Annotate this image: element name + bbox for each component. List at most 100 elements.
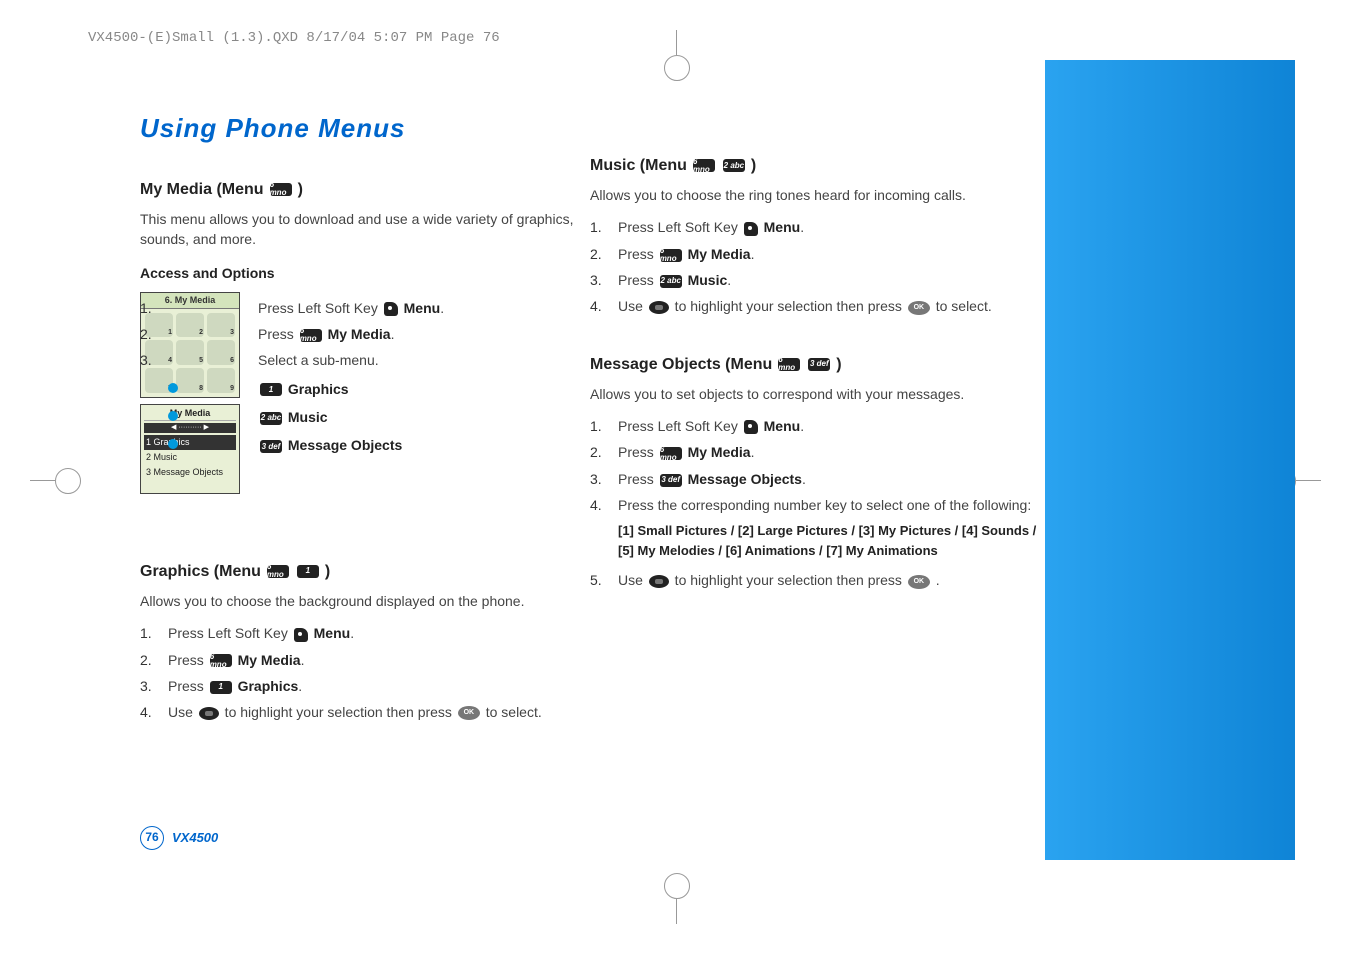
chapter-title: Using Phone Menus — [140, 110, 590, 148]
t: to select. — [482, 704, 542, 720]
key-2-icon: 2 abc — [723, 159, 745, 172]
t: Use — [168, 704, 197, 720]
t: Press — [618, 444, 658, 460]
key-6-icon: 6 mno — [660, 447, 682, 460]
cmd: Message Objects — [688, 471, 802, 487]
step: Press Left Soft Key Menu. — [590, 217, 1040, 237]
heading-close: ) — [751, 154, 756, 177]
heading-text: Graphics (Menu — [140, 560, 261, 583]
nav-key-icon — [649, 575, 669, 588]
step: Press 6 mno My Media. — [590, 244, 1040, 264]
page-number: 76 — [140, 826, 164, 850]
soft-key-icon — [744, 222, 758, 236]
t: Press Left Soft Key — [168, 625, 292, 641]
cmd: My Media — [688, 444, 751, 460]
cmd: My Media — [328, 326, 391, 342]
step: Press the corresponding number key to se… — [590, 495, 1040, 515]
print-header: VX4500-(E)Small (1.3).QXD 8/17/04 5:07 P… — [88, 30, 500, 46]
key-6-icon: 6 mno — [693, 159, 715, 172]
key-3-icon: 3 def — [260, 440, 282, 453]
msgobj-steps: Press Left Soft Key Menu. Press 6 mno My… — [590, 416, 1040, 515]
cmd: My Media — [688, 246, 751, 262]
step: Press 6 mno My Media. — [140, 650, 590, 670]
t: Press Left Soft Key — [258, 300, 382, 316]
heading-close: ) — [325, 560, 330, 583]
t: . — [440, 300, 444, 316]
step: Press 2 abc Music. — [590, 270, 1040, 290]
t: to select. — [932, 298, 992, 314]
step: Select a sub-menu. — [140, 350, 590, 370]
graphics-steps: Press Left Soft Key Menu. Press 6 mno My… — [140, 623, 590, 722]
ok-key-icon: OK — [458, 706, 480, 720]
soft-key-icon — [294, 628, 308, 642]
crop-mark-icon — [656, 884, 696, 924]
cmd: Graphics — [238, 678, 299, 694]
music-heading: Music (Menu 6 mno 2 abc ) — [590, 154, 1040, 177]
key-1-icon: 1 — [260, 383, 282, 396]
msgobj-steps-cont: Use to highlight your selection then pre… — [590, 570, 1040, 590]
bullet: 3 def Message Objects — [168, 435, 590, 455]
bullet: 2 abc Music — [168, 407, 590, 427]
soft-key-icon — [384, 302, 398, 316]
step: Use to highlight your selection then pre… — [140, 702, 590, 722]
key-3-icon: 3 def — [660, 474, 682, 487]
key-3-icon: 3 def — [808, 358, 830, 371]
key-6-icon: 6 mno — [660, 249, 682, 262]
t: . — [350, 625, 354, 641]
t: . — [800, 219, 804, 235]
t: Use — [618, 298, 647, 314]
heading-text: Message Objects (Menu — [590, 353, 772, 376]
footer-left: 76 VX4500 — [140, 826, 218, 850]
ok-key-icon: OK — [908, 575, 930, 589]
submenu-bullets: 1 Graphics 2 abc Music 3 def Message Obj… — [168, 379, 590, 456]
key-6-icon: 6 mno — [267, 565, 289, 578]
t: . — [800, 418, 804, 434]
t: . — [751, 444, 755, 460]
t: to highlight your selection then press — [221, 704, 456, 720]
t: Press — [258, 326, 298, 342]
cmd: Menu — [404, 300, 441, 316]
nav-key-icon — [649, 301, 669, 314]
model-name: VX4500 — [172, 829, 218, 848]
item: Message Objects — [154, 467, 224, 477]
my-media-intro: This menu allows you to download and use… — [140, 209, 590, 250]
key-1-icon: 1 — [297, 565, 319, 578]
cmd: Message Objects — [288, 437, 402, 453]
step: Press 1 Graphics. — [140, 676, 590, 696]
step: Press 6 mno My Media. — [140, 324, 590, 344]
heading-close: ) — [298, 178, 303, 201]
t: . — [298, 678, 302, 694]
t: Press — [618, 246, 658, 262]
t: Press — [168, 652, 208, 668]
t: Select a sub-menu. — [258, 352, 379, 368]
num: 3 — [146, 467, 151, 477]
blue-sidebar — [1045, 60, 1295, 860]
t: Press — [618, 272, 658, 288]
cmd: Menu — [314, 625, 351, 641]
t: Press Left Soft Key — [618, 418, 742, 434]
step: Press Left Soft Key Menu. — [590, 416, 1040, 436]
step: Press Left Soft Key Menu. — [140, 298, 590, 318]
bullet: 1 Graphics — [168, 379, 590, 399]
cmd: Music — [288, 409, 328, 425]
t: . — [391, 326, 395, 342]
key-2-icon: 2 abc — [260, 412, 282, 425]
msgobj-options: [1] Small Pictures / [2] Large Pictures … — [618, 521, 1040, 560]
soft-key-icon — [744, 420, 758, 434]
t: . — [751, 246, 755, 262]
key-6-icon: 6 mno — [210, 654, 232, 667]
key-2-icon: 2 abc — [660, 275, 682, 288]
t: Press — [618, 471, 658, 487]
ok-key-icon: OK — [908, 301, 930, 315]
step: Press 3 def Message Objects. — [590, 469, 1040, 489]
key-6-icon: 6 mno — [778, 358, 800, 371]
cmd: My Media — [238, 652, 301, 668]
t: . — [727, 272, 731, 288]
heading-close: ) — [836, 353, 841, 376]
access-options-heading: Access and Options — [140, 263, 590, 283]
music-intro: Allows you to choose the ring tones hear… — [590, 185, 1040, 205]
t: Press the corresponding number key to se… — [618, 497, 1031, 513]
heading-text: My Media (Menu — [140, 178, 264, 201]
t: Press — [168, 678, 208, 694]
cmd: Graphics — [288, 381, 349, 397]
